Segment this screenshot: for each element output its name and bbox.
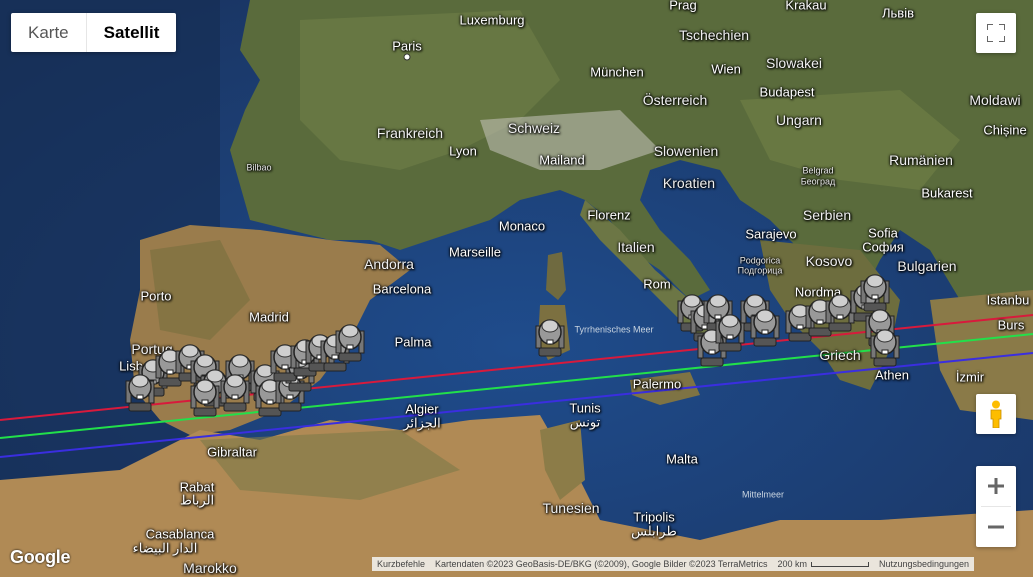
label-izmir: İzmir [955,369,985,385]
label-mittelmeer: Mittelmeer [741,489,785,500]
label-algier-ar: الجزائر [403,415,441,431]
map-canvas[interactable]: Luxemburg Prag Krakau Львів Paris Tschec… [0,0,1033,577]
label-krakau: Krakau [785,0,827,13]
label-mailand: Mailand [539,152,585,168]
label-osterreich: Österreich [642,92,708,108]
attribution-bar: Kurzbefehle Kartendaten ©2023 GeoBasis-D… [372,557,975,571]
label-tripolis-ar: طرابلس [631,523,677,539]
label-tripolis: Tripolis [633,509,675,525]
fullscreen-icon [987,24,1005,42]
label-rabat-ar: الرباط [179,492,215,508]
moving-head-light-icon[interactable] [123,367,157,413]
label-casablanca: Casablanca [145,526,215,542]
zoom-out-button[interactable] [976,507,1016,547]
fullscreen-button[interactable] [976,13,1016,53]
label-tunis: Tunis [569,400,601,416]
label-kosovo: Kosovo [805,253,853,269]
scale-label: 200 km [777,559,807,569]
label-sofia-cyr: София [862,239,904,255]
label-rumanien: Rumänien [889,152,953,168]
zoom-in-button[interactable] [976,466,1016,506]
label-sofia: Sofia [868,225,898,241]
terms-link[interactable]: Nutzungsbedingungen [874,557,974,571]
label-andorra: Andorra [364,256,414,272]
label-casablanca-ar: الدار البيضاء [132,540,198,556]
label-athen: Athen [875,367,909,383]
map-type-satellit-button[interactable]: Satellit [85,13,177,52]
label-kroatien: Kroatien [662,175,716,191]
label-monaco: Monaco [498,218,546,234]
label-lyon: Lyon [449,143,477,159]
map-type-karte-button[interactable]: Karte [11,13,86,52]
label-malta: Malta [666,451,698,467]
moving-head-light-icon[interactable] [333,317,367,363]
label-wien: Wien [711,61,741,77]
label-moldawien: Moldawi [969,92,1021,108]
moving-head-light-icon[interactable] [868,322,902,368]
label-rom: Rom [643,276,671,292]
label-gibraltar: Gibraltar [207,444,257,460]
label-serbien: Serbien [802,207,852,223]
label-slowakei: Slowakei [765,55,823,71]
label-ungarn: Ungarn [776,112,822,128]
label-podgorica: Podgorica [739,255,781,266]
moving-head-light-icon[interactable] [218,367,252,413]
label-bulgarien: Bulgarien [897,258,957,274]
label-munchen: München [590,64,644,80]
pegman-icon [990,400,1002,428]
map-type-control: Karte Satellit [11,13,177,52]
city-dot [403,53,411,61]
label-tunis-ar: تونس [569,414,601,430]
keyboard-shortcuts-link[interactable]: Kurzbefehle [372,557,430,571]
moving-head-light-icon[interactable] [188,372,222,418]
label-madrid: Madrid [249,309,289,325]
map-data-attribution: Kartendaten ©2023 GeoBasis-DE/BKG (©2009… [435,559,768,569]
label-chisinau: Chișine [983,122,1027,138]
label-budapest: Budapest [759,84,815,100]
label-sarajevo: Sarajevo [745,226,797,242]
label-florenz: Florenz [587,207,631,223]
label-tschechien: Tschechien [678,27,750,43]
label-barcelona: Barcelona [372,281,432,297]
zoom-control [976,466,1016,547]
label-schweiz: Schweiz [507,120,561,136]
label-algier: Algier [405,401,439,417]
moving-head-light-icon[interactable] [748,302,782,348]
scale-control[interactable]: 200 km [772,557,874,571]
moving-head-light-icon[interactable] [533,312,567,358]
label-porto: Porto [140,288,172,304]
scale-bar [810,562,869,568]
label-belgrad: Belgrad [802,165,834,176]
zoom-in-icon [988,478,1004,494]
label-palermo: Palermo [632,376,682,392]
label-marokko: Marokko [183,560,237,576]
label-italien: Italien [617,239,655,255]
label-bukarest: Bukarest [921,185,973,201]
label-prag: Prag [669,0,697,13]
label-palma: Palma [394,334,432,350]
label-bilbao: Bilbao [246,162,272,173]
label-lviv: Львів [881,5,915,21]
label-tunesien: Tunesien [542,500,600,516]
label-frankreich: Frankreich [376,125,444,141]
label-belgrad-cyr: Београд [800,176,836,187]
google-logo: Google [10,547,71,567]
label-marseille: Marseille [448,244,502,260]
label-slowenien: Slowenien [653,143,719,159]
label-luxemburg: Luxemburg [459,12,525,28]
label-paris: Paris [392,38,422,54]
street-view-pegman-button[interactable] [976,394,1016,434]
label-griechenland: Griech [819,347,861,363]
label-tyrrhenisches-meer: Tyrrhenisches Meer [574,324,654,335]
label-podgorica-cyr: Подгорица [737,265,783,276]
label-istanbul: Istanbu [986,292,1030,308]
zoom-out-icon [988,525,1004,529]
label-bursa: Burs [997,317,1025,333]
